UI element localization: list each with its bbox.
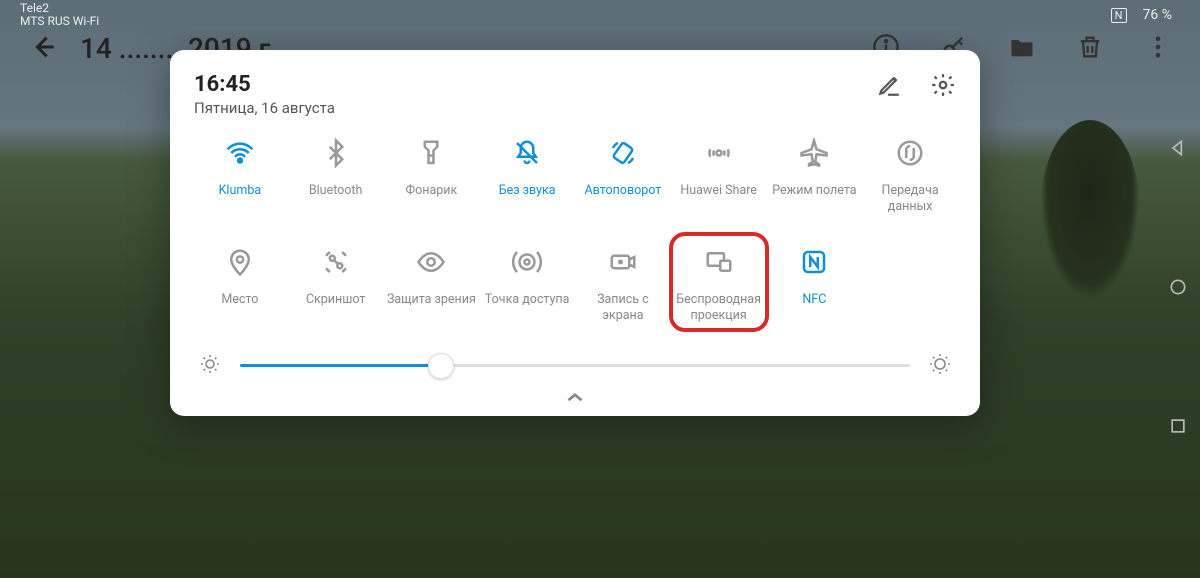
mobile-data-icon: [888, 131, 932, 175]
carrier-2: MTS RUS Wi-Fi: [20, 15, 99, 28]
back-icon[interactable]: [28, 33, 56, 65]
nfc-tile[interactable]: NFC: [769, 240, 861, 323]
cast-label: Беспроводная проекция: [674, 292, 764, 323]
mobile-data-label: Передача данных: [865, 183, 955, 214]
flashlight-tile[interactable]: Фонарик: [386, 131, 478, 214]
eye-comfort-tile[interactable]: Защита зрения: [386, 240, 478, 323]
quick-settings-panel: 16:45 Пятница, 16 августа Klumba Bluetoo…: [170, 50, 980, 416]
brightness-high-icon: [928, 352, 952, 380]
airplane-tile[interactable]: Режим полета: [769, 131, 861, 214]
screenshot-tile[interactable]: Скриншот: [290, 240, 382, 323]
brightness-slider-row: [194, 352, 956, 380]
expand-handle[interactable]: [194, 390, 956, 406]
mute-icon: [505, 131, 549, 175]
flashlight-icon: [409, 131, 453, 175]
huawei-share-icon: [697, 131, 741, 175]
wifi-label: Klumba: [219, 183, 262, 199]
screen-record-label: Запись с экрана: [578, 292, 668, 323]
location-label: Место: [221, 292, 258, 308]
brightness-thumb[interactable]: [428, 353, 454, 379]
screenshot-label: Скриншот: [306, 292, 365, 308]
qs-date: Пятница, 16 августа: [194, 99, 335, 117]
location-icon: [218, 240, 262, 284]
nfc-status-icon: N: [1111, 8, 1127, 23]
settings-icon[interactable]: [930, 72, 956, 102]
hotspot-label: Точка доступа: [485, 292, 570, 308]
mute-label: Без звука: [499, 183, 556, 199]
screenshot-icon: [314, 240, 358, 284]
nav-recent-icon[interactable]: [1168, 416, 1188, 440]
flashlight-label: Фонарик: [405, 183, 457, 199]
nfc-icon: [792, 240, 836, 284]
nav-back-icon[interactable]: [1168, 138, 1188, 162]
wifi-icon: [218, 131, 262, 175]
huawei-share-tile[interactable]: Huawei Share: [673, 131, 765, 214]
huawei-share-label: Huawei Share: [680, 183, 757, 199]
autorotate-tile[interactable]: Автоповорот: [577, 131, 669, 214]
autorotate-icon: [601, 131, 645, 175]
mute-tile[interactable]: Без звука: [481, 131, 573, 214]
bluetooth-tile[interactable]: Bluetooth: [290, 131, 382, 214]
wireless-projection-tile[interactable]: Беспроводная проекция: [673, 240, 765, 323]
hotspot-icon: [505, 240, 549, 284]
hotspot-tile[interactable]: Точка доступа: [481, 240, 573, 323]
folder-icon[interactable]: [1008, 33, 1036, 65]
cast-icon: [697, 240, 741, 284]
system-nav-bar: [1160, 0, 1196, 578]
bluetooth-label: Bluetooth: [309, 183, 363, 199]
airplane-icon: [792, 131, 836, 175]
edit-icon[interactable]: [876, 72, 902, 102]
status-bar: Tele2 MTS RUS Wi-Fi N 76 %: [0, 0, 1200, 30]
screen-record-icon: [601, 240, 645, 284]
screen-record-tile[interactable]: Запись с экрана: [577, 240, 669, 323]
autorotate-label: Автоповорот: [584, 183, 661, 199]
qs-time: 16:45: [194, 72, 335, 97]
nav-home-icon[interactable]: [1168, 277, 1188, 301]
wifi-tile[interactable]: Klumba: [194, 131, 286, 214]
location-tile[interactable]: Место: [194, 240, 286, 323]
eye-icon: [409, 240, 453, 284]
eye-comfort-label: Защита зрения: [387, 292, 476, 308]
airplane-label: Режим полета: [772, 183, 856, 199]
mobile-data-tile[interactable]: Передача данных: [864, 131, 956, 214]
trash-icon[interactable]: [1076, 33, 1104, 65]
brightness-low-icon: [198, 352, 222, 380]
brightness-slider[interactable]: [240, 364, 910, 367]
nfc-label: NFC: [802, 292, 826, 308]
bluetooth-icon: [314, 131, 358, 175]
